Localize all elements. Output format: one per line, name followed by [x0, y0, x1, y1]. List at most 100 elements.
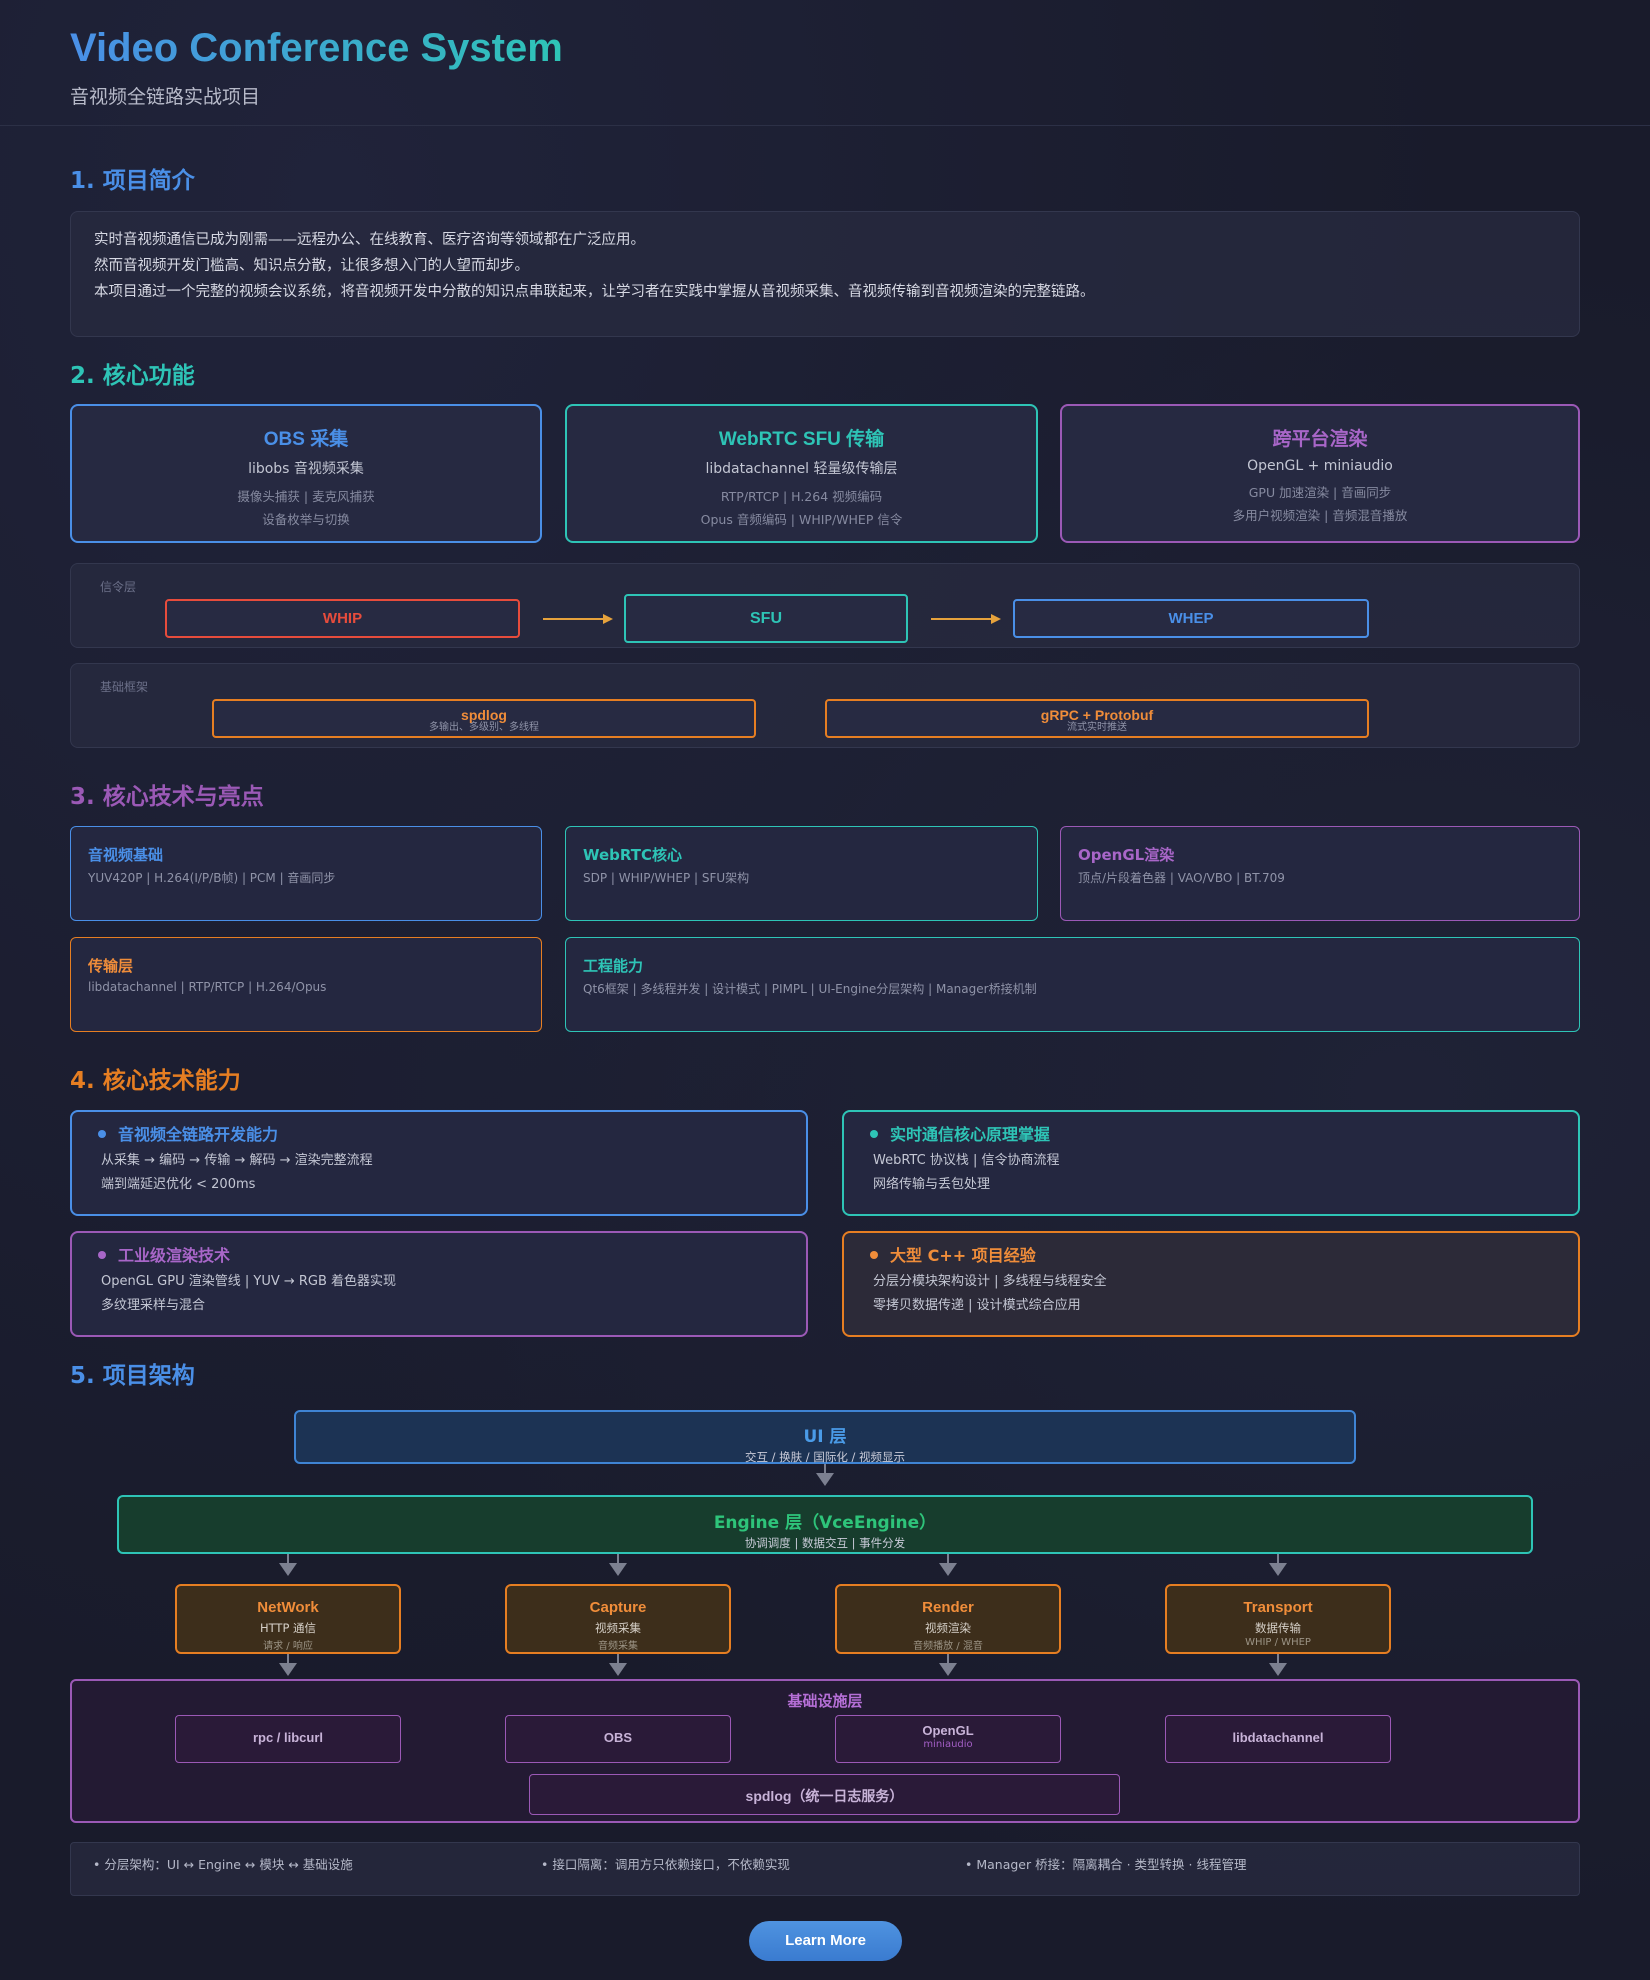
infra-opengl: OpenGL miniaudio	[835, 1715, 1061, 1763]
tech-desc: 顶点/片段着色器 | VAO/VBO | BT.709	[1078, 871, 1285, 885]
module-desc: 数据传输	[1255, 1621, 1301, 1635]
feature-card-render: 跨平台渲染 OpenGL + miniaudio GPU 加速渲染 | 音画同步…	[1060, 404, 1580, 543]
capability-title: 工业级渲染技术	[118, 1246, 231, 1265]
capability-detail: WebRTC 协议栈 | 信令协商流程	[873, 1153, 1060, 1168]
signaling-layer-panel: 信令层 WHIP SFU WHEP	[70, 563, 1580, 648]
capability-detail: 端到端延迟优化 < 200ms	[101, 1177, 256, 1192]
module-desc: HTTP 通信	[259, 1621, 317, 1635]
feature-subtitle: libdatachannel 轻量级传输层	[705, 461, 898, 477]
engine-layer-desc: 协调调度 | 数据交互 | 事件分发	[744, 1536, 906, 1550]
module-title: Capture	[589, 1599, 647, 1616]
bullet-dot-icon	[870, 1130, 878, 1138]
ui-layer-desc: 交互 / 换肤 / 国际化 / 视频显示	[744, 1450, 906, 1464]
section-title-intro: 1. 项目简介	[70, 168, 195, 194]
feature-card-obs: OBS 采集 libobs 音视频采集 摄像头捕获 | 麦克风捕获 设备枚举与切…	[70, 404, 542, 543]
arrow-right-icon	[543, 618, 605, 620]
arrow-down-icon	[279, 1563, 297, 1576]
infra-obs: OBS	[505, 1715, 731, 1763]
feature-subtitle: OpenGL + miniaudio	[1247, 458, 1393, 474]
module-transport: Transport 数据传输 WHIP / WHEP	[1165, 1584, 1391, 1654]
module-title: Transport	[1243, 1599, 1313, 1616]
whep-chip: WHEP	[1013, 599, 1369, 638]
arrow-down-icon	[609, 1563, 627, 1576]
app-subtitle: 音视频全链路实战项目	[70, 86, 261, 108]
module-desc: 音频采集	[598, 1641, 638, 1652]
ui-layer-title: UI 层	[803, 1427, 847, 1447]
tech-card-engineering: 工程能力 Qt6框架 | 多线程并发 | 设计模式 | PIMPL | UI-E…	[565, 937, 1580, 1032]
arrow-down-icon	[939, 1563, 957, 1576]
grpc-chip: gRPC + Protobuf 流式实时推送	[825, 699, 1369, 738]
architecture-note: • 分层架构：UI ↔ Engine ↔ 模块 ↔ 基础设施	[93, 1857, 353, 1872]
infra-label: OBS	[603, 1730, 633, 1745]
tech-title: WebRTC核心	[583, 846, 683, 864]
module-desc: 视频渲染	[925, 1621, 971, 1635]
bullet-dot-icon	[98, 1130, 106, 1138]
intro-line: 然而音视频开发门槛高、知识点分散，让很多想入门的人望而却步。	[94, 258, 529, 274]
ui-layer-box: UI 层 交互 / 换肤 / 国际化 / 视频显示	[294, 1410, 1356, 1464]
capability-card: 工业级渲染技术 OpenGL GPU 渲染管线 | YUV → RGB 着色器实…	[70, 1231, 808, 1337]
spdlog-label: spdlog	[461, 707, 507, 723]
module-capture: Capture 视频采集 音频采集	[505, 1584, 731, 1654]
capability-card: 实时通信核心原理掌握 WebRTC 协议栈 | 信令协商流程 网络传输与丢包处理	[842, 1110, 1580, 1216]
infra-rpc-libcurl: rpc / libcurl	[175, 1715, 401, 1763]
capability-title: 音视频全链路开发能力	[118, 1125, 279, 1144]
feature-subtitle: libobs 音视频采集	[248, 461, 364, 477]
arrow-down-icon	[939, 1663, 957, 1676]
feature-detail: 摄像头捕获 | 麦克风捕获	[237, 489, 375, 504]
arrow-head-icon	[603, 614, 613, 624]
tech-desc: libdatachannel | RTP/RTCP | H.264/Opus	[88, 980, 327, 994]
signaling-layer-label: 信令层	[100, 580, 137, 594]
tech-title: 工程能力	[583, 957, 644, 975]
capability-detail: 零拷贝数据传递 | 设计模式综合应用	[873, 1298, 1081, 1313]
module-title: Render	[922, 1599, 974, 1616]
tech-title: OpenGL渲染	[1078, 846, 1175, 864]
infra-label: libdatachannel	[1232, 1730, 1324, 1745]
module-desc: WHIP / WHEP	[1245, 1637, 1311, 1648]
section-title-architecture: 5. 项目架构	[70, 1363, 195, 1389]
tech-card-opengl: OpenGL渲染 顶点/片段着色器 | VAO/VBO | BT.709	[1060, 826, 1580, 921]
module-desc: 视频采集	[595, 1621, 641, 1635]
capability-detail: 多纹理采样与混合	[101, 1298, 206, 1313]
tech-title: 传输层	[88, 957, 134, 975]
arrow-down-icon	[816, 1473, 834, 1486]
arrow-down-icon	[1269, 1663, 1287, 1676]
infra-sublabel: miniaudio	[923, 1739, 973, 1750]
infra-spdlog-logger: spdlog（统一日志服务）	[529, 1774, 1120, 1815]
feature-detail: 多用户视频渲染 | 音频混音播放	[1232, 508, 1408, 523]
capability-title: 大型 C++ 项目经验	[890, 1246, 1036, 1265]
grpc-desc: 流式实时推送	[1067, 722, 1127, 733]
tech-desc: SDP | WHIP/WHEP | SFU架构	[583, 871, 750, 885]
bullet-dot-icon	[870, 1251, 878, 1259]
tech-card-av-basics: 音视频基础 YUV420P | H.264(I/P/B帧) | PCM | 音画…	[70, 826, 542, 921]
arrow-head-icon	[991, 614, 1001, 624]
section-title-tech: 3. 核心技术与亮点	[70, 784, 264, 810]
intro-panel: 实时音视频通信已成为刚需——远程办公、在线教育、医疗咨询等领域都在广泛应用。 然…	[70, 211, 1580, 337]
tech-card-transport: 传输层 libdatachannel | RTP/RTCP | H.264/Op…	[70, 937, 542, 1032]
infra-libdatachannel: libdatachannel	[1165, 1715, 1391, 1763]
module-desc: 请求 / 响应	[263, 1641, 313, 1652]
infra-label: spdlog（统一日志服务）	[745, 1788, 904, 1804]
spdlog-desc: 多输出、多级别、多线程	[429, 722, 539, 733]
feature-detail: RTP/RTCP | H.264 视频编码	[720, 489, 883, 504]
sfu-chip: SFU	[624, 594, 908, 643]
feature-detail: 设备枚举与切换	[262, 512, 350, 527]
section-title-capabilities: 4. 核心技术能力	[70, 1068, 241, 1094]
whip-chip: WHIP	[165, 599, 520, 638]
engine-layer-title: Engine 层（VceEngine）	[713, 1513, 937, 1533]
tech-card-webrtc: WebRTC核心 SDP | WHIP/WHEP | SFU架构	[565, 826, 1038, 921]
infra-label: rpc / libcurl	[252, 1730, 324, 1745]
capability-title: 实时通信核心原理掌握	[890, 1125, 1051, 1144]
capability-detail: 从采集 → 编码 → 传输 → 解码 → 渲染完整流程	[101, 1153, 373, 1168]
feature-card-webrtc: WebRTC SFU 传输 libdatachannel 轻量级传输层 RTP/…	[565, 404, 1038, 543]
tech-title: 音视频基础	[88, 846, 164, 864]
page-header: Video Conference System 音视频全链路实战项目	[0, 0, 1650, 126]
section-title-features: 2. 核心功能	[70, 363, 195, 389]
capability-detail: 网络传输与丢包处理	[873, 1177, 991, 1192]
module-render: Render 视频渲染 音频播放 / 混音	[835, 1584, 1061, 1654]
arrow-down-icon	[609, 1663, 627, 1676]
feature-detail: GPU 加速渲染 | 音画同步	[1248, 485, 1392, 500]
learn-more-button[interactable]: Learn More	[749, 1921, 902, 1961]
feature-detail: Opus 音频编码 | WHIP/WHEP 信令	[700, 512, 903, 527]
foundation-layer-label: 基础框架	[100, 680, 149, 694]
arrow-right-icon	[931, 618, 993, 620]
